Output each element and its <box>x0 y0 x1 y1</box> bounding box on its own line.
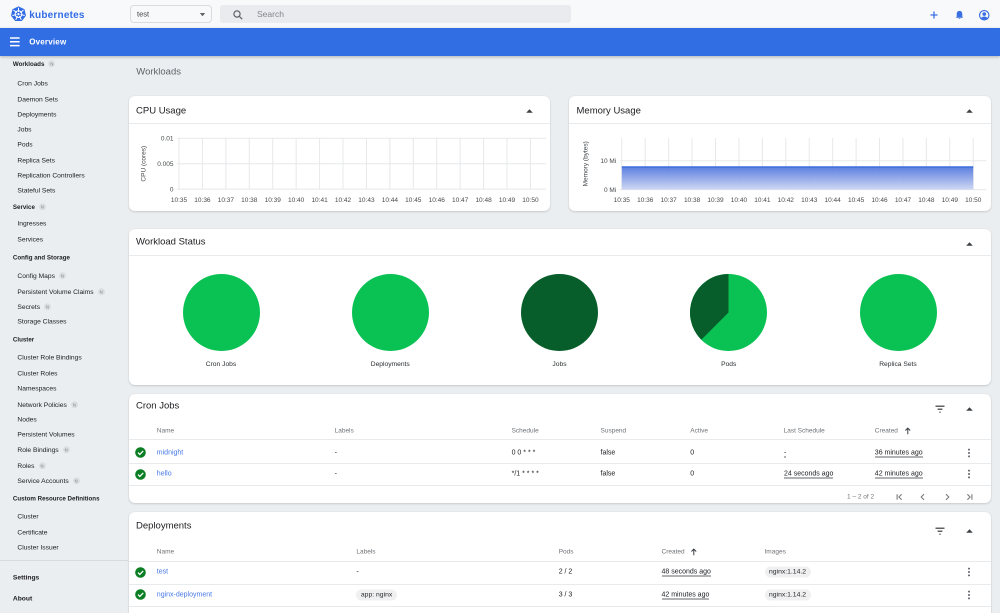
svg-text:Memory (bytes): Memory (bytes) <box>583 141 590 186</box>
svg-text:10:50: 10:50 <box>522 196 539 203</box>
svg-text:10:41: 10:41 <box>311 196 328 203</box>
svg-text:10:47: 10:47 <box>452 196 469 203</box>
svg-text:10:36: 10:36 <box>637 196 654 203</box>
svg-text:10:38: 10:38 <box>241 196 258 203</box>
svg-text:10:43: 10:43 <box>358 196 375 203</box>
svg-text:10:43: 10:43 <box>801 196 818 203</box>
svg-text:10 Mi: 10 Mi <box>600 158 616 165</box>
svg-text:10:37: 10:37 <box>217 196 234 203</box>
svg-text:CPU (cores): CPU (cores) <box>140 145 147 181</box>
svg-text:10:40: 10:40 <box>731 196 748 203</box>
svg-text:0.005: 0.005 <box>157 161 174 168</box>
svg-text:10:45: 10:45 <box>405 196 422 203</box>
svg-text:10:38: 10:38 <box>684 196 701 203</box>
svg-text:10:44: 10:44 <box>381 196 398 203</box>
svg-text:10:49: 10:49 <box>942 196 959 203</box>
svg-text:10:42: 10:42 <box>778 196 795 203</box>
svg-text:0: 0 <box>169 186 173 193</box>
svg-text:10:45: 10:45 <box>848 196 865 203</box>
svg-text:10:42: 10:42 <box>334 196 351 203</box>
svg-text:10:41: 10:41 <box>754 196 771 203</box>
svg-text:10:36: 10:36 <box>194 196 211 203</box>
svg-text:10:35: 10:35 <box>170 196 187 203</box>
svg-text:10:50: 10:50 <box>965 196 982 203</box>
svg-text:10:39: 10:39 <box>264 196 281 203</box>
svg-text:10:40: 10:40 <box>288 196 305 203</box>
svg-text:kubernetes: kubernetes <box>29 10 85 21</box>
svg-text:0 Mi: 0 Mi <box>604 186 616 193</box>
svg-text:10:44: 10:44 <box>825 196 842 203</box>
svg-text:10:49: 10:49 <box>498 196 515 203</box>
svg-text:10:46: 10:46 <box>428 196 445 203</box>
svg-text:10:47: 10:47 <box>895 196 912 203</box>
svg-text:0.01: 0.01 <box>160 135 173 142</box>
svg-text:10:48: 10:48 <box>918 196 935 203</box>
svg-text:10:46: 10:46 <box>871 196 888 203</box>
svg-text:10:48: 10:48 <box>475 196 492 203</box>
svg-text:10:39: 10:39 <box>707 196 724 203</box>
svg-text:10:35: 10:35 <box>614 196 631 203</box>
svg-text:10:37: 10:37 <box>661 196 678 203</box>
